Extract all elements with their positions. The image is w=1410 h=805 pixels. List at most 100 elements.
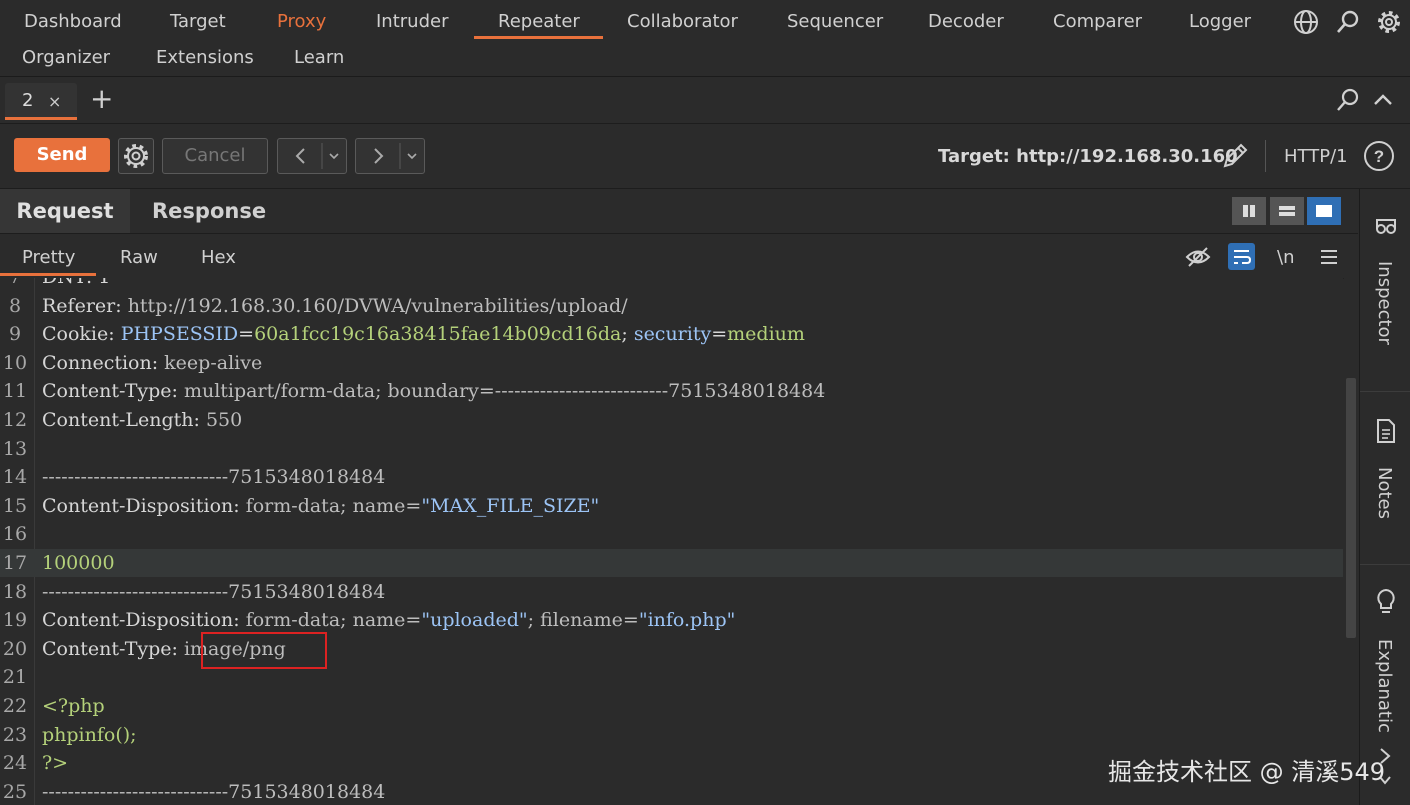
top-navigation: Dashboard Target Proxy Intruder Repeater Coll… <box>0 0 1410 77</box>
code-token: http://192.168.30.160/DVWA/vulnerabiliti… <box>127 294 628 317</box>
inspector-icon[interactable] <box>1373 213 1399 239</box>
code-token: Content-Length: <box>42 409 206 431</box>
settings-gear-icon[interactable] <box>1375 8 1403 36</box>
tab-pretty[interactable]: Pretty <box>22 247 75 268</box>
http-version-toggle[interactable]: HTTP/1 <box>1284 146 1348 167</box>
nav-organizer[interactable]: Organizer <box>22 47 110 68</box>
code-token: Cookie: <box>42 323 121 346</box>
line-content: Content-Disposition: form-data; name="MA… <box>42 495 599 517</box>
code-line: 13 <box>0 435 1343 463</box>
line-content: Connection: keep-alive <box>42 352 262 374</box>
side-panel: Inspector Notes Explanatic <box>1359 189 1410 805</box>
code-token: 550 <box>205 409 243 431</box>
line-content: ?> <box>42 752 68 774</box>
active-format-underline <box>0 273 96 276</box>
nav-dashboard[interactable]: Dashboard <box>24 11 122 32</box>
search-icon[interactable] <box>1335 87 1361 113</box>
nav-comparer[interactable]: Comparer <box>1053 11 1142 32</box>
help-icon[interactable]: ? <box>1363 140 1395 172</box>
inspector-tab[interactable]: Inspector <box>1374 261 1395 345</box>
code-line: 7 DNT: 1 <box>0 278 1343 291</box>
code-token: = <box>711 323 728 346</box>
message-tabs: Request Response <box>0 189 1358 234</box>
edit-target-pencil-icon[interactable] <box>1220 141 1250 171</box>
line-content: -----------------------------75153480184… <box>42 466 385 488</box>
nav-extensions[interactable]: Extensions <box>156 47 254 68</box>
line-number: 13 <box>2 437 28 460</box>
repeater-tab-2[interactable]: 2 × <box>5 83 77 120</box>
notes-tab[interactable]: Notes <box>1374 467 1395 519</box>
tab-hex[interactable]: Hex <box>201 247 236 268</box>
notes-icon[interactable] <box>1374 418 1398 444</box>
nav-logger[interactable]: Logger <box>1189 11 1251 32</box>
scrollbar-thumb[interactable] <box>1346 378 1356 638</box>
menu-hamburger-icon[interactable] <box>1318 246 1340 268</box>
tab-raw[interactable]: Raw <box>120 247 158 268</box>
code-token: keep-alive <box>164 351 263 374</box>
word-wrap-icon[interactable] <box>1228 243 1255 270</box>
code-line: 18 -----------------------------751534801… <box>0 578 1343 606</box>
show-newlines-toggle[interactable]: \n <box>1277 247 1294 268</box>
nav-sequencer[interactable]: Sequencer <box>787 11 883 32</box>
nav-proxy[interactable]: Proxy <box>277 11 326 32</box>
code-line: 10 Connection: keep-alive <box>0 349 1343 377</box>
line-content: -----------------------------75153480184… <box>42 581 385 603</box>
search-icon[interactable] <box>1334 8 1362 36</box>
line-number: 11 <box>2 380 28 403</box>
request-toolbar: Send Cancel Target: http://192.168.30.16… <box>0 124 1410 189</box>
code-token: 100000 <box>42 552 115 574</box>
line-content: Content-Type: multipart/form-data; bound… <box>42 380 825 402</box>
repeater-tab-strip: 2 × + <box>0 77 1410 124</box>
add-tab-button[interactable]: + <box>90 85 113 113</box>
watermark: 掘金技术社区 @ 清溪549 <box>1108 758 1386 786</box>
divider <box>1360 564 1410 565</box>
send-button[interactable]: Send <box>14 138 110 172</box>
nav-intruder[interactable]: Intruder <box>376 11 448 32</box>
code-token: -----------------------------75153480184… <box>42 580 386 603</box>
tab-response[interactable]: Response <box>152 189 266 233</box>
code-token: "info.php" <box>638 609 736 632</box>
code-token: ; filename= <box>527 609 639 632</box>
code-line: 19 Content-Disposition: form-data; name="… <box>0 606 1343 634</box>
code-token: "MAX_FILE_SIZE" <box>421 494 600 517</box>
code-token: 60a1fcc19c16a38415fae14b09cd16da <box>254 323 622 346</box>
globe-icon[interactable] <box>1292 8 1320 36</box>
close-tab-icon[interactable]: × <box>48 92 61 111</box>
history-back-button[interactable] <box>277 138 347 174</box>
editor-scrollbar[interactable] <box>1344 278 1358 805</box>
tab-underline <box>5 117 77 120</box>
layout-tabs-icon[interactable] <box>1307 197 1341 225</box>
nav-learn[interactable]: Learn <box>294 47 344 68</box>
history-forward-button[interactable] <box>355 138 425 174</box>
send-options-gear-icon[interactable] <box>118 138 154 174</box>
line-number: 7 <box>0 278 30 288</box>
svg-text:?: ? <box>1374 147 1384 166</box>
cancel-button[interactable]: Cancel <box>162 138 268 174</box>
explanation-tab[interactable]: Explanatic <box>1374 639 1395 733</box>
code-line: 8 Referer: http://192.168.30.160/DVWA/vul… <box>0 292 1343 320</box>
nav-collaborator[interactable]: Collaborator <box>627 11 738 32</box>
nav-repeater[interactable]: Repeater <box>498 11 580 32</box>
code-line: 14 -----------------------------751534801… <box>0 463 1343 491</box>
code-line: 12 Content-Length: 550 <box>0 406 1343 434</box>
collapse-chevron-up-icon[interactable] <box>1372 89 1394 111</box>
hide-non-printable-eye-slash-icon[interactable] <box>1185 244 1211 270</box>
line-number: 9 <box>8 323 22 346</box>
layout-side-by-side-icon[interactable] <box>1232 197 1266 225</box>
line-number: 15 <box>2 494 28 517</box>
lightbulb-icon[interactable] <box>1373 587 1399 617</box>
format-tabs: Pretty Raw Hex \n <box>0 234 1358 279</box>
request-editor[interactable]: 7 DNT: 1 8 Referer: http://192.168.30.160/D… <box>0 278 1343 805</box>
code-line: 15 Content-Disposition: form-data; name="… <box>0 492 1343 520</box>
tab-request[interactable]: Request <box>0 189 130 233</box>
highlight-annotation-box <box>201 632 327 669</box>
line-number: 23 <box>2 723 28 746</box>
code-token: Content-Type: <box>42 637 184 660</box>
layout-stacked-icon[interactable] <box>1270 197 1304 225</box>
target-url: Target: http://192.168.30.160 <box>938 146 1238 167</box>
nav-target[interactable]: Target <box>170 11 226 32</box>
code-token: Content-Disposition: <box>42 494 246 517</box>
code-token: PHPSESSID <box>120 323 239 346</box>
nav-decoder[interactable]: Decoder <box>928 11 1004 32</box>
line-content: Content-Length: 550 <box>42 409 242 431</box>
